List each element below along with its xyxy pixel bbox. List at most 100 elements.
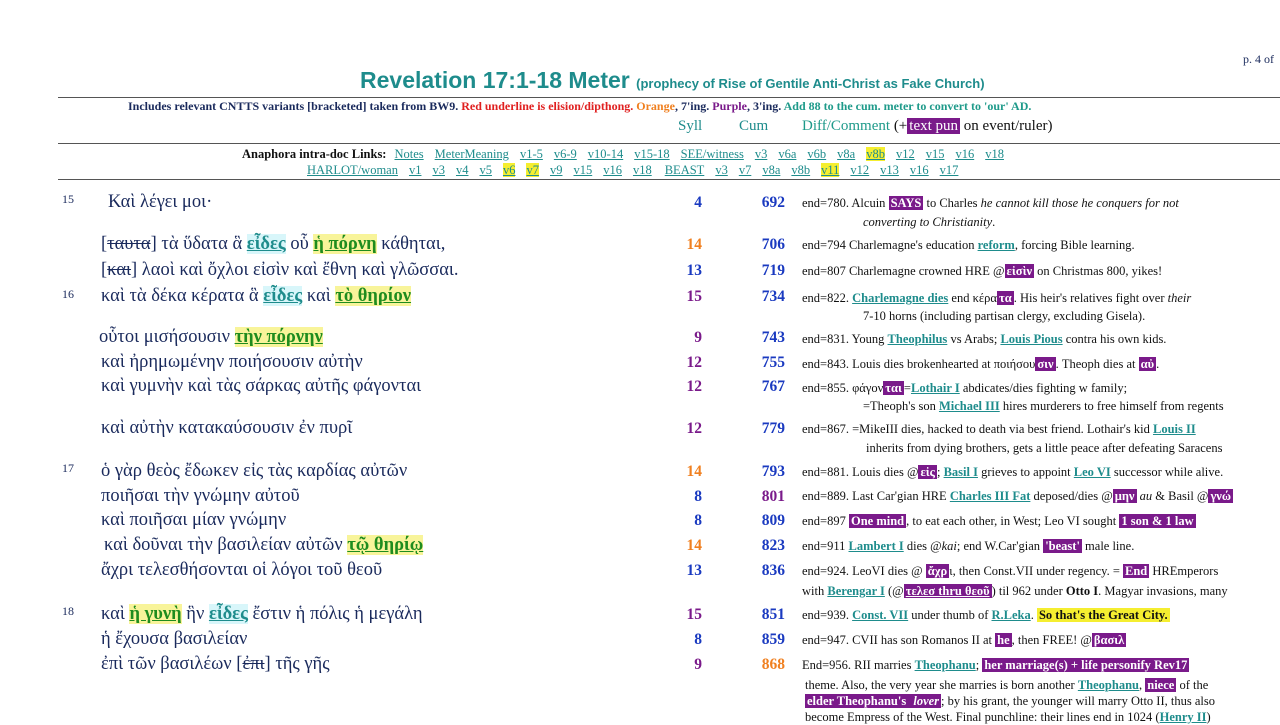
syllable-count: 13 <box>686 562 703 579</box>
cumulative-count: 801 <box>761 488 785 505</box>
comment-line: End=956. RII marries Theophanu; her marr… <box>802 658 1190 672</box>
diff-label: Diff/Comment <box>802 118 891 134</box>
greek-line: [ταυτα] τὰ ὕδατα ἃ εἶδες οὗ ἡ πόρνη κάθη… <box>101 234 446 254</box>
greek-highlight: ἡ γυνὴ <box>129 604 182 624</box>
text-pun-badge: text pun <box>907 118 961 134</box>
cumulative-count: 836 <box>761 562 785 579</box>
greek-highlight: εἶδες <box>208 604 248 624</box>
cumulative-count: 719 <box>761 262 785 279</box>
harlot-link[interactable]: v18 <box>633 163 652 177</box>
anaphora-link[interactable]: v15 <box>926 147 945 161</box>
comment-line: end=807 Charlemagne crowned HRE @ εἰσὶν o… <box>802 264 1163 278</box>
greek-line: καὶ ποιῆσαι μίαν γνώμην <box>101 510 287 530</box>
harlot-link[interactable]: v16 <box>910 163 929 177</box>
harlot-link[interactable]: v11 <box>821 163 840 177</box>
anaphora-link[interactable]: v12 <box>896 147 915 161</box>
anaphora-link[interactable]: MeterMeaning <box>435 147 509 161</box>
greek-line: καὶ τὰ δέκα κέρατα ἃ εἶδες καὶ τὸ θηρίον <box>101 286 412 306</box>
harlot-link[interactable]: v17 <box>940 163 959 177</box>
comment-line: end=831. Young Theophilus vs Arabs; Loui… <box>802 332 1167 346</box>
comment-line: end=855. φάγον ται =Lothair I abdicates/di… <box>802 381 1128 395</box>
comment-line: end=889. Last Car'gian HRE Charles III F… <box>802 489 1234 503</box>
harlot-link[interactable]: v6 <box>502 163 516 177</box>
pun-post: on event/ruler) <box>963 118 1053 134</box>
harlot-link[interactable]: HARLOT/woman <box>307 163 398 177</box>
comment-line: end=843. Louis dies brokenhearted at ποι… <box>802 357 1160 371</box>
harlot-link[interactable]: v8b <box>791 163 810 177</box>
anaphora-link[interactable]: v6-9 <box>554 147 577 161</box>
harlot-links: HARLOT/woman v1 v3 v4 v5 v6 v7 v9 v15 v16 v18 BEAST… <box>307 163 969 178</box>
comment-line: inherits from dying brothers, gets a lit… <box>866 441 1223 455</box>
anaphora-links: Anaphora intra-doc Links: Notes MeterMeani… <box>242 147 1015 162</box>
syllable-count: 13 <box>686 262 703 279</box>
anaphora-link[interactable]: v10-14 <box>588 147 623 161</box>
comment-line: end=924. LeoVI dies @ ἄχρ ι, then Const.V… <box>802 564 1219 578</box>
anaphora-link[interactable]: v15-18 <box>634 147 669 161</box>
syllable-count: 14 <box>686 537 703 554</box>
syllable-count: 8 <box>694 488 702 505</box>
greek-line: [και] λαοὶ καὶ ὄχλοι εἰσὶν καὶ ἔθνη καὶ … <box>101 260 459 280</box>
harlot-link[interactable]: v12 <box>850 163 869 177</box>
greek-line: καὶ ἡ γυνὴ ἣν εἶδες ἔστιν ἡ πόλις ἡ μεγά… <box>101 604 423 624</box>
comment-line: =Theoph's son Michael III hires murderer… <box>863 399 1224 413</box>
harlot-link[interactable]: v15 <box>573 163 592 177</box>
comment-line: end=881. Louis dies @ εἰς; Basil I grieve… <box>802 465 1224 479</box>
comment-line: end=780. Alcuin SAYS to Charles he canno… <box>802 196 1179 210</box>
anaphora-link[interactable]: v6a <box>778 147 796 161</box>
syllable-count: 14 <box>686 463 703 480</box>
harlot-link[interactable]: v7 <box>739 163 752 177</box>
greek-line: ἡ ἔχουσα βασιλείαν <box>101 629 248 649</box>
greek-line: ἐπὶ τῶν βασιλέων [ἐπι] τῆς γῆς <box>101 654 330 674</box>
greek-highlight: τὸ θηρίον <box>335 286 412 306</box>
anaphora-link[interactable]: v6b <box>807 147 826 161</box>
harlot-link[interactable]: v16 <box>603 163 622 177</box>
verse-number: 16 <box>62 287 74 301</box>
harlot-link[interactable]: v4 <box>456 163 469 177</box>
anaphora-link[interactable]: SEE/witness <box>681 147 744 161</box>
harlot-link[interactable]: v7 <box>526 163 539 177</box>
anaphora-link[interactable]: v18 <box>985 147 1004 161</box>
harlot-link[interactable]: v3 <box>715 163 728 177</box>
anaphora-link[interactable]: Notes <box>394 147 423 161</box>
harlot-link[interactable]: v3 <box>432 163 445 177</box>
harlot-link[interactable]: v8a <box>762 163 780 177</box>
anaphora-link[interactable]: v16 <box>955 147 974 161</box>
greek-line: καὶ γυμνὴν καὶ τὰς σάρκας αὐτῆς φάγονται <box>101 376 422 396</box>
comment-line: end=867. =MikeIII dies, hacked to death … <box>802 422 1196 436</box>
harlot-link[interactable]: v13 <box>880 163 899 177</box>
comment-line: 7-10 horns (including partisan clergy, e… <box>863 309 1146 323</box>
syllable-count: 9 <box>694 329 702 346</box>
column-header-syll: Syll <box>678 118 703 134</box>
greek-line: καὶ ἠρημωμένην ποιήσουσιν αὐτὴν <box>101 352 363 372</box>
anaphora-label: Anaphora intra-doc Links: <box>242 147 387 161</box>
cumulative-count: 734 <box>761 288 785 305</box>
info-red: Red underline is elision/dipthong. <box>461 99 634 113</box>
syllable-count: 12 <box>686 354 703 371</box>
syllable-count: 9 <box>694 656 702 673</box>
harlot-link[interactable]: v1 <box>409 163 422 177</box>
cumulative-count: 851 <box>761 606 785 623</box>
harlot-link[interactable]: v9 <box>550 163 563 177</box>
cumulative-count: 793 <box>761 463 785 480</box>
cumulative-count: 755 <box>761 354 785 371</box>
anaphora-link[interactable]: v3 <box>755 147 768 161</box>
harlot-link[interactable]: v5 <box>479 163 492 177</box>
verse-number: 17 <box>62 461 74 475</box>
cumulative-count: 779 <box>761 420 785 437</box>
cumulative-count: 809 <box>761 512 785 529</box>
greek-highlight: εἶδες <box>263 286 303 306</box>
cumulative-count: 743 <box>761 329 785 346</box>
comment-line: with Berengar I (@ τελεσ thru θεοῦ) til 9… <box>802 584 1228 598</box>
greek-highlight: τῷ θηρίῳ <box>347 535 424 555</box>
cumulative-count: 859 <box>761 631 785 648</box>
anaphora-link[interactable]: v8a <box>837 147 855 161</box>
syllable-count: 15 <box>686 288 703 305</box>
verse-number: 18 <box>62 604 74 618</box>
syllable-count: 8 <box>694 631 702 648</box>
anaphora-link[interactable]: v1-5 <box>520 147 543 161</box>
syllable-count: 8 <box>694 512 702 529</box>
greek-line: ὁ γὰρ θεὸς ἔδωκεν εἰς τὰς καρδίας αὐτῶν <box>101 461 408 481</box>
syllable-count: 4 <box>694 194 702 211</box>
anaphora-link[interactable]: v8b <box>866 147 885 161</box>
harlot-link[interactable]: BEAST <box>665 163 705 177</box>
